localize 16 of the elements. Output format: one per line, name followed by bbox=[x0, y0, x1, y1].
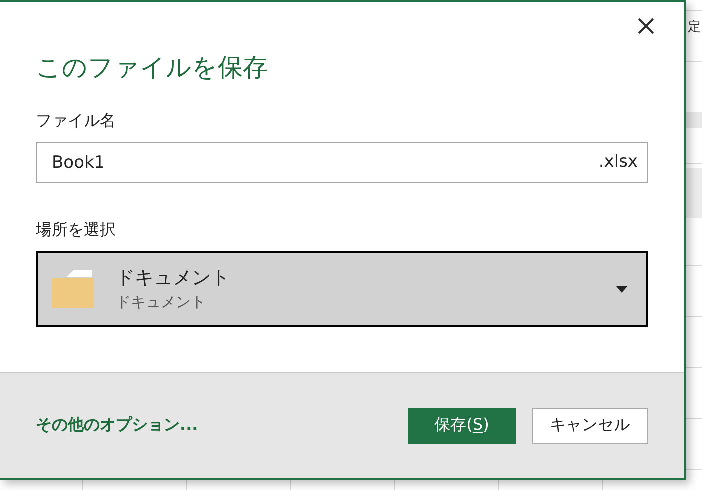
field-label: 場所を選択 bbox=[36, 219, 117, 241]
close-button[interactable]: × bbox=[630, 12, 662, 40]
cancel-button[interactable]: キャンセル bbox=[532, 408, 648, 444]
more-options-link[interactable]: その他のオプション... bbox=[36, 415, 392, 436]
location-name: ドキュメント bbox=[116, 266, 231, 291]
row-highlight bbox=[686, 112, 702, 128]
location-dropdown[interactable]: ドキュメント ドキュメント bbox=[36, 251, 648, 327]
cell-text: 定 bbox=[688, 19, 701, 36]
save-button[interactable]: 保存(S) bbox=[408, 408, 516, 444]
dialog-title: このファイルを保存 bbox=[36, 52, 269, 84]
folder-icon bbox=[52, 270, 94, 308]
file-extension: .xlsx bbox=[598, 152, 638, 173]
caret-icon bbox=[616, 286, 628, 292]
row-highlight bbox=[686, 168, 702, 218]
field-label: ファイル名 bbox=[36, 110, 117, 132]
location-path: ドキュメント bbox=[116, 292, 207, 313]
